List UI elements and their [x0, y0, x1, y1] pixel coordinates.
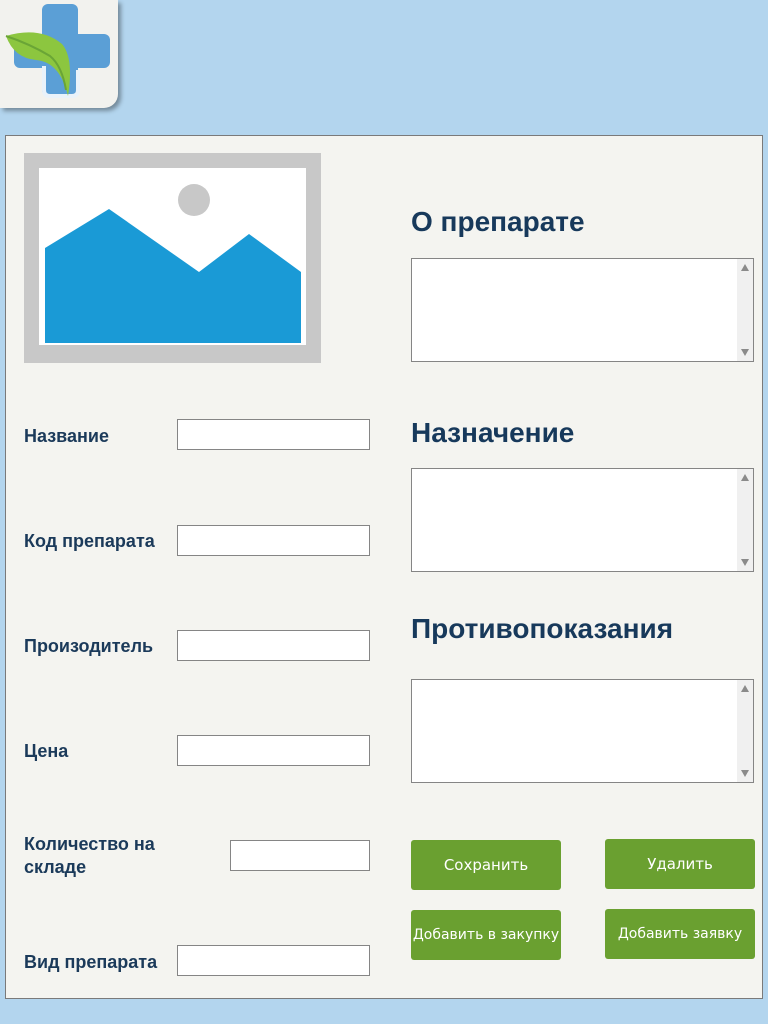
name-label: Название — [24, 426, 109, 446]
stock-label: Количество на складе — [24, 834, 155, 877]
about-textarea[interactable] — [411, 258, 754, 362]
scroll-up-icon[interactable] — [741, 264, 749, 271]
price-input[interactable] — [177, 735, 370, 766]
name-input[interactable] — [177, 419, 370, 450]
scroll-down-icon[interactable] — [741, 559, 749, 566]
purpose-textarea[interactable] — [411, 468, 754, 572]
manufacturer-label: Произодитель — [24, 636, 154, 656]
type-label: Вид препарата — [24, 952, 158, 972]
medicine-form-panel: Название Код препарата Произодитель Цена… — [5, 135, 763, 999]
stock-input[interactable] — [230, 840, 370, 871]
manufacturer-input[interactable] — [177, 630, 370, 661]
save-button[interactable]: Сохранить — [411, 840, 561, 890]
scroll-up-icon[interactable] — [741, 474, 749, 481]
scroll-down-icon[interactable] — [741, 349, 749, 356]
scroll-down-icon[interactable] — [741, 770, 749, 777]
about-scrollbar[interactable] — [737, 259, 753, 361]
contraindications-title: Противопоказания — [411, 613, 674, 644]
pharmacy-cross-leaf-icon — [5, 4, 110, 98]
add-request-button[interactable]: Добавить заявку — [605, 909, 755, 959]
scroll-up-icon[interactable] — [741, 685, 749, 692]
add-to-purchase-button[interactable]: Добавить в закупку — [411, 910, 561, 960]
app-logo — [0, 0, 118, 108]
type-input[interactable] — [177, 945, 370, 976]
delete-button[interactable]: Удалить — [605, 839, 755, 889]
contraindications-textarea[interactable] — [411, 679, 754, 783]
purpose-title: Назначение — [411, 417, 575, 448]
about-title: О препарате — [411, 206, 585, 237]
code-label: Код препарата — [24, 531, 155, 551]
price-label: Цена — [24, 741, 69, 761]
image-placeholder-icon — [39, 168, 306, 345]
code-input[interactable] — [177, 525, 370, 556]
contraindications-scrollbar[interactable] — [737, 680, 753, 782]
medicine-image[interactable] — [24, 153, 321, 363]
purpose-scrollbar[interactable] — [737, 469, 753, 571]
